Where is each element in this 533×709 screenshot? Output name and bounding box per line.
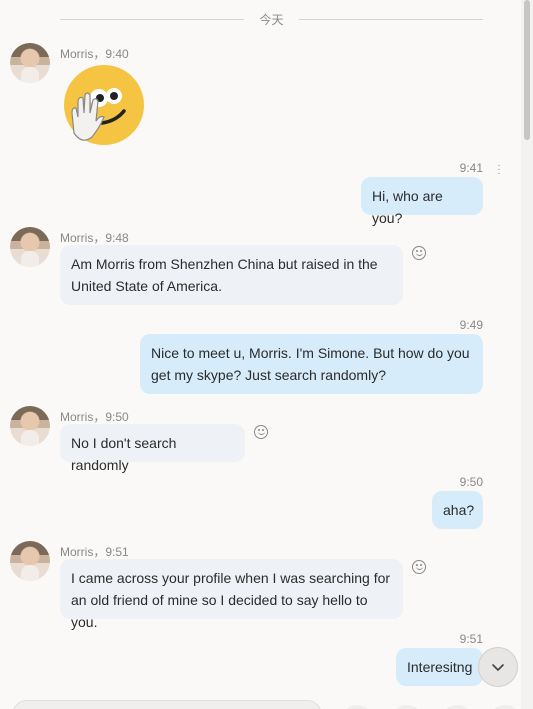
avatar[interactable] <box>10 43 50 83</box>
composer-action-button[interactable] <box>342 705 372 709</box>
composer-action-button[interactable] <box>442 705 472 709</box>
separator-line <box>299 19 483 20</box>
message-bubble-outgoing[interactable]: Hi, who are you? <box>361 177 483 226</box>
message-time: 9:50 <box>459 475 483 489</box>
more-vertical-icon[interactable]: · · · <box>497 161 501 179</box>
message-bubble-incoming[interactable]: Am Morris from Shenzhen China but raised… <box>60 245 403 305</box>
message-text-line: Nice to meet u, Morris. I'm Simone. But … <box>151 345 470 361</box>
composer-action-button[interactable] <box>392 705 422 709</box>
message-time: 9:51 <box>459 632 483 646</box>
message-input[interactable] <box>12 700 322 709</box>
scroll-to-bottom-button[interactable] <box>478 647 518 687</box>
message-text-line: I came across your profile when I was se… <box>71 570 391 586</box>
smile-icon[interactable] <box>254 425 268 439</box>
composer-action-button[interactable] <box>490 705 520 709</box>
message-meta: Morris，9:40 <box>60 47 129 61</box>
scrollbar[interactable] <box>521 0 533 709</box>
date-separator: 今天 <box>60 10 483 28</box>
message-bubble-incoming[interactable]: No I don't search randomly <box>60 424 245 473</box>
message-time: 9:49 <box>459 318 483 332</box>
message-meta: Morris，9:51 <box>60 545 129 559</box>
message-text-line: an old friend of mine so I decided to sa… <box>71 592 368 630</box>
separator-line <box>60 19 244 20</box>
chat-conversation: 今天 Morris，9:40 9:41 · · · Hi, who are you?… <box>0 0 520 709</box>
message-text-line: United State of America. <box>71 278 222 294</box>
date-label: 今天 <box>259 13 284 27</box>
scrollbar-thumb[interactable] <box>524 0 530 140</box>
message-bubble-outgoing[interactable]: Nice to meet u, Morris. I'm Simone. But … <box>140 334 483 394</box>
message-time: 9:41 <box>459 161 483 175</box>
message-text-line: Am Morris from Shenzhen China but raised… <box>71 256 378 272</box>
smile-icon[interactable] <box>412 246 426 260</box>
message-meta: Morris，9:48 <box>60 231 129 245</box>
message-bubble-outgoing[interactable]: Interesitng <box>396 648 483 686</box>
avatar[interactable] <box>10 406 50 446</box>
chevron-down-icon <box>492 664 504 671</box>
avatar[interactable] <box>10 227 50 267</box>
smile-icon[interactable] <box>412 560 426 574</box>
message-meta: Morris，9:50 <box>60 410 129 424</box>
message-bubble-incoming[interactable]: I came across your profile when I was se… <box>60 559 403 630</box>
avatar[interactable] <box>10 541 50 581</box>
waving-hand-emoji[interactable] <box>64 65 144 145</box>
message-text-line: get my skype? Just search randomly? <box>151 367 386 383</box>
message-bubble-outgoing[interactable]: aha? <box>432 491 483 529</box>
